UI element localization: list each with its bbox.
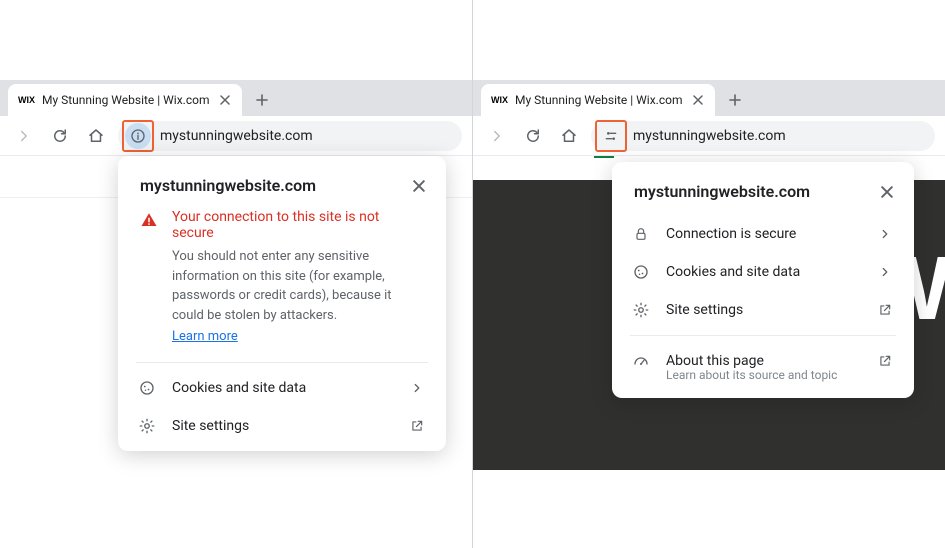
tune-icon <box>603 128 619 144</box>
close-icon[interactable] <box>878 183 896 201</box>
home-icon[interactable] <box>555 122 583 150</box>
close-icon[interactable] <box>691 93 705 107</box>
highlight-box-left <box>122 120 154 152</box>
insecure-warning: Your connection to this site is not secu… <box>118 209 446 356</box>
chevron-right-icon <box>876 263 894 281</box>
popup-title: mystunningwebsite.com <box>140 176 316 195</box>
open-external-icon <box>876 301 894 319</box>
warning-triangle-icon <box>140 211 158 344</box>
info-icon <box>130 128 146 144</box>
tab-title: My Stunning Website | Wix.com <box>515 93 683 107</box>
tab-title: My Stunning Website | Wix.com <box>42 93 210 107</box>
row-label: Site settings <box>666 302 860 318</box>
new-tab-button[interactable] <box>721 86 749 114</box>
popup-title: mystunningwebsite.com <box>634 182 810 201</box>
cookie-icon <box>632 263 650 281</box>
site-settings-row[interactable]: Site settings <box>612 291 914 329</box>
open-external-icon <box>408 417 426 435</box>
site-info-button[interactable] <box>598 123 624 149</box>
reload-icon[interactable] <box>46 122 74 150</box>
site-info-popup-secure: mystunningwebsite.com Connection is secu… <box>612 162 914 398</box>
site-info-button[interactable] <box>125 123 151 149</box>
site-settings-row[interactable]: Site settings <box>118 407 446 445</box>
open-external-icon <box>876 352 894 370</box>
site-info-popup-insecure: mystunningwebsite.com Your connection to… <box>118 156 446 451</box>
about-page-subtext: Learn about its source and topic <box>612 368 914 392</box>
row-label: Site settings <box>172 418 392 434</box>
row-label: Cookies and site data <box>172 380 392 396</box>
warning-title: Your connection to this site is not secu… <box>172 209 424 241</box>
separator <box>136 362 428 363</box>
learn-more-link[interactable]: Learn more <box>172 329 238 344</box>
browser-tab[interactable]: WIX My Stunning Website | Wix.com <box>481 84 715 116</box>
new-tab-button[interactable] <box>248 86 276 114</box>
lock-icon <box>632 225 650 243</box>
address-bar[interactable]: mystunningwebsite.com <box>118 121 462 151</box>
highlight-box-right <box>595 120 627 152</box>
tab-strip: WIX My Stunning Website | Wix.com <box>473 80 945 116</box>
gear-icon <box>632 301 650 319</box>
row-label: Cookies and site data <box>666 264 860 280</box>
chevron-right-icon <box>876 225 894 243</box>
cookies-row[interactable]: Cookies and site data <box>612 253 914 291</box>
green-indicator <box>594 156 614 158</box>
toolbar: mystunningwebsite.com <box>473 116 945 156</box>
row-label: Connection is secure <box>666 226 860 242</box>
tab-strip: WIX My Stunning Website | Wix.com <box>0 80 472 116</box>
wix-favicon: WIX <box>491 95 507 105</box>
connection-secure-row[interactable]: Connection is secure <box>612 215 914 253</box>
row-label: About this page <box>666 353 860 369</box>
wix-favicon: WIX <box>18 95 34 105</box>
chevron-right-icon <box>408 379 426 397</box>
warning-description: You should not enter any sensitive infor… <box>172 247 424 325</box>
browser-tab[interactable]: WIX My Stunning Website | Wix.com <box>8 84 242 116</box>
cookie-icon <box>138 379 156 397</box>
cookies-row[interactable]: Cookies and site data <box>118 369 446 407</box>
address-bar[interactable]: mystunningwebsite.com <box>591 121 935 151</box>
reload-icon[interactable] <box>519 122 547 150</box>
forward-icon[interactable] <box>10 122 38 150</box>
close-icon[interactable] <box>410 177 428 195</box>
forward-icon[interactable] <box>483 122 511 150</box>
speed-icon <box>632 352 650 370</box>
address-text: mystunningwebsite.com <box>633 128 786 144</box>
close-icon[interactable] <box>218 93 232 107</box>
gear-icon <box>138 417 156 435</box>
home-icon[interactable] <box>82 122 110 150</box>
toolbar: mystunningwebsite.com <box>0 116 472 156</box>
address-text: mystunningwebsite.com <box>160 128 313 144</box>
separator <box>630 335 896 336</box>
